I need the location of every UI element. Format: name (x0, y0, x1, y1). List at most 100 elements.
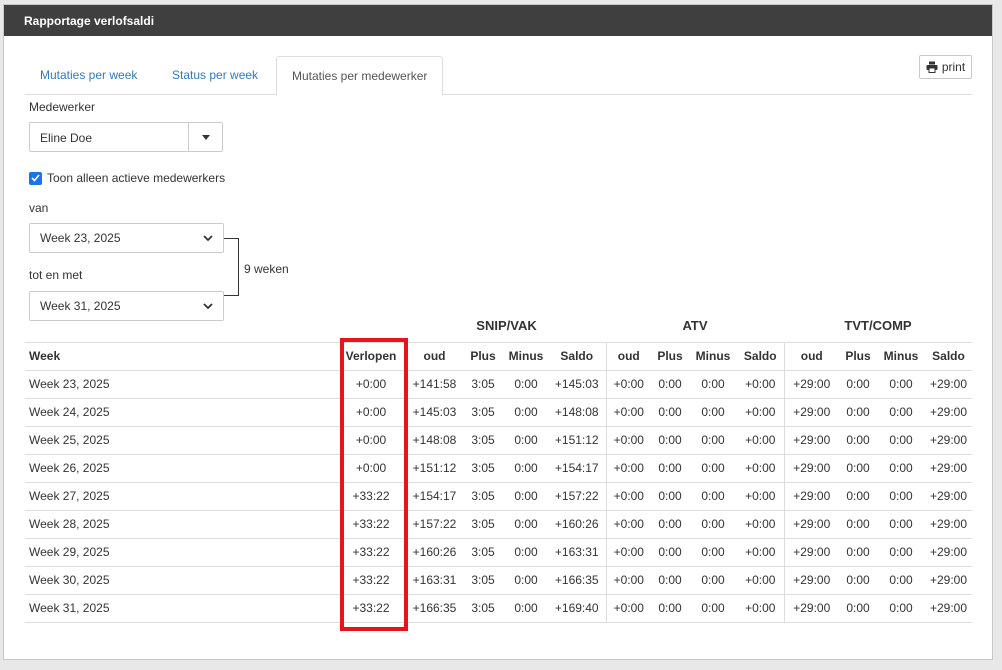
chevron-down-icon (203, 234, 213, 241)
from-label: van (29, 201, 49, 215)
cell-snip-minus: 0:00 (504, 426, 548, 455)
cell-snip-minus: 0:00 (504, 510, 548, 539)
cell-snip-plus: 3:05 (462, 370, 504, 399)
col-week: Week (25, 341, 335, 371)
cell-snip-saldo: +160:26 (548, 510, 607, 539)
group-header-row: SNIP/VAK ATV TVT/COMP (25, 310, 972, 342)
employee-dropdown-button[interactable] (189, 123, 222, 151)
cell-tvt-oud: +29:00 (784, 538, 839, 567)
cell-snip-oud: +154:17 (407, 482, 462, 511)
cell-snip-minus: 0:00 (504, 538, 548, 567)
cell-atv-minus: 0:00 (689, 454, 737, 483)
table-row: Week 27, 2025 +33:22 +154:17 3:05 0:00 +157:2… (25, 482, 972, 511)
cell-atv-plus: 0:00 (651, 538, 689, 567)
col-tvt-minus: Minus (877, 341, 925, 371)
tab-mutaties-per-medewerker[interactable]: Mutaties per medewerker (276, 56, 444, 96)
cell-verlopen: +0:00 (335, 398, 407, 427)
cell-tvt-saldo: +29:00 (925, 594, 972, 623)
active-only-toggle[interactable]: Toon alleen actieve medewerkers (29, 171, 225, 185)
cell-verlopen: +33:22 (335, 566, 407, 595)
cell-snip-plus: 3:05 (462, 538, 504, 567)
cell-week: Week 28, 2025 (25, 510, 335, 539)
cell-atv-minus: 0:00 (689, 510, 737, 539)
cell-tvt-plus: 0:00 (839, 370, 877, 399)
employee-combobox[interactable]: Eline Doe (29, 122, 223, 152)
cell-atv-minus: 0:00 (689, 426, 737, 455)
cell-tvt-minus: 0:00 (877, 566, 925, 595)
caret-down-icon (201, 134, 210, 140)
cell-atv-saldo: +0:00 (737, 594, 785, 623)
cell-tvt-minus: 0:00 (877, 538, 925, 567)
column-header-row: Week Verlopen oud Plus Minus Saldo oud P… (25, 341, 972, 371)
from-week-select[interactable]: Week 23, 2025 (29, 223, 224, 253)
range-bracket (224, 238, 239, 296)
cell-snip-saldo: +169:40 (548, 594, 607, 623)
chevron-down-icon (203, 302, 213, 309)
table-row: Week 24, 2025 +0:00 +145:03 3:05 0:00 +148:08… (25, 398, 972, 427)
group-snip-vak: SNIP/VAK (476, 318, 537, 334)
cell-snip-oud: +157:22 (407, 510, 462, 539)
col-snip-oud: oud (407, 341, 462, 371)
cell-atv-oud: +0:00 (606, 566, 651, 595)
cell-atv-saldo: +0:00 (737, 370, 785, 399)
cell-snip-saldo: +148:08 (548, 398, 607, 427)
cell-snip-saldo: +151:12 (548, 426, 607, 455)
cell-week: Week 29, 2025 (25, 538, 335, 567)
cell-snip-minus: 0:00 (504, 566, 548, 595)
cell-atv-minus: 0:00 (689, 370, 737, 399)
cell-tvt-plus: 0:00 (839, 426, 877, 455)
cell-snip-saldo: +154:17 (548, 454, 607, 483)
cell-snip-oud: +141:58 (407, 370, 462, 399)
cell-tvt-minus: 0:00 (877, 398, 925, 427)
cell-week: Week 25, 2025 (25, 426, 335, 455)
cell-verlopen: +33:22 (335, 482, 407, 511)
table-row: Week 28, 2025 +33:22 +157:22 3:05 0:00 +160:2… (25, 510, 972, 539)
cell-atv-plus: 0:00 (651, 398, 689, 427)
cell-atv-minus: 0:00 (689, 566, 737, 595)
cell-atv-oud: +0:00 (606, 482, 651, 511)
employee-label: Medewerker (29, 100, 96, 114)
cell-tvt-minus: 0:00 (877, 482, 925, 511)
cell-atv-minus: 0:00 (689, 594, 737, 623)
tab-status-per-week[interactable]: Status per week (157, 56, 273, 95)
to-label: tot en met (29, 268, 83, 282)
cell-atv-oud: +0:00 (606, 510, 651, 539)
cell-atv-plus: 0:00 (651, 594, 689, 623)
employee-value[interactable]: Eline Doe (30, 123, 189, 151)
cell-snip-minus: 0:00 (504, 370, 548, 399)
tab-bar: Mutaties per week Status per week Mutati… (25, 56, 972, 96)
report-panel: Rapportage verlofsaldi print Mutaties pe… (3, 4, 993, 660)
cell-tvt-saldo: +29:00 (925, 510, 972, 539)
cell-atv-oud: +0:00 (606, 454, 651, 483)
cell-verlopen: +33:22 (335, 510, 407, 539)
cell-verlopen: +33:22 (335, 538, 407, 567)
cell-atv-plus: 0:00 (651, 510, 689, 539)
tab-mutaties-per-week[interactable]: Mutaties per week (25, 56, 152, 95)
col-snip-saldo: Saldo (548, 341, 607, 371)
cell-snip-minus: 0:00 (504, 398, 548, 427)
cell-tvt-oud: +29:00 (784, 510, 839, 539)
cell-week: Week 24, 2025 (25, 398, 335, 427)
cell-tvt-saldo: +29:00 (925, 538, 972, 567)
cell-tvt-minus: 0:00 (877, 370, 925, 399)
cell-atv-plus: 0:00 (651, 566, 689, 595)
cell-snip-oud: +160:26 (407, 538, 462, 567)
active-only-label: Toon alleen actieve medewerkers (47, 171, 226, 185)
table-row: Week 26, 2025 +0:00 +151:12 3:05 0:00 +154:17… (25, 454, 972, 483)
table-row: Week 23, 2025 +0:00 +141:58 3:05 0:00 +145:03… (25, 370, 972, 399)
cell-tvt-oud: +29:00 (784, 566, 839, 595)
cell-week: Week 31, 2025 (25, 594, 335, 623)
cell-snip-plus: 3:05 (462, 594, 504, 623)
col-tvt-saldo: Saldo (925, 341, 972, 371)
cell-tvt-saldo: +29:00 (925, 482, 972, 511)
cell-atv-saldo: +0:00 (737, 482, 785, 511)
table-row: Week 30, 2025 +33:22 +163:31 3:05 0:00 +166:3… (25, 566, 972, 595)
cell-atv-saldo: +0:00 (737, 398, 785, 427)
checkbox-checked-icon[interactable] (29, 171, 42, 185)
cell-atv-plus: 0:00 (651, 454, 689, 483)
cell-atv-minus: 0:00 (689, 398, 737, 427)
cell-tvt-plus: 0:00 (839, 482, 877, 511)
cell-snip-minus: 0:00 (504, 454, 548, 483)
col-tvt-oud: oud (784, 341, 839, 371)
col-atv-oud: oud (606, 341, 651, 371)
